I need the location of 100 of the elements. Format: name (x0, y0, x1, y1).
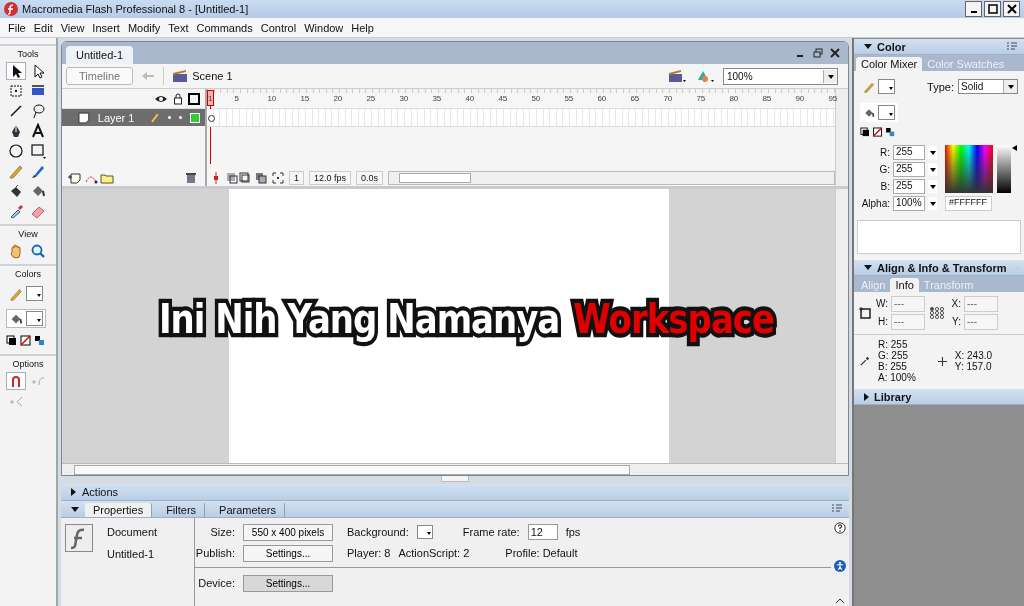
horizontal-scrollbar[interactable] (62, 463, 848, 475)
registration-grid-icon[interactable] (929, 306, 945, 320)
scene-label[interactable]: Scene 1 (192, 70, 233, 82)
brightness-slider[interactable] (997, 145, 1017, 193)
horizontal-scrollbar[interactable] (388, 170, 835, 185)
maximize-button[interactable] (984, 1, 1001, 17)
center-frame-icon[interactable] (211, 171, 221, 184)
menu-item[interactable]: Insert (88, 21, 124, 34)
channel-dropdown[interactable] (928, 163, 937, 176)
expand-arrow-icon[interactable] (71, 488, 76, 496)
outline-icon[interactable] (188, 92, 200, 105)
edit-multiple-frames-icon[interactable] (255, 171, 267, 184)
help-icon[interactable] (834, 522, 846, 534)
lock-icon[interactable] (173, 92, 183, 105)
menu-item[interactable]: Modify (123, 21, 165, 34)
menu-item[interactable]: Help (347, 21, 378, 34)
panel-tab[interactable]: Info (890, 278, 919, 292)
channel-field[interactable]: 255 (893, 162, 925, 177)
minimize-button[interactable] (965, 1, 982, 17)
info-panel-header[interactable]: Align & Info & Transform (854, 260, 1024, 276)
slider-thumb[interactable] (1012, 145, 1017, 151)
oval-tool-icon[interactable] (6, 142, 26, 160)
menu-item[interactable]: Control (256, 21, 301, 34)
size-button[interactable]: 550 x 400 pixels (243, 523, 333, 541)
panel-tab[interactable]: Parameters (211, 503, 285, 517)
expand-arrow-icon[interactable] (71, 506, 79, 512)
collapse-handle[interactable] (441, 476, 469, 482)
color-readout: G: 255 (878, 350, 910, 361)
background-color-swatch[interactable] (416, 525, 433, 539)
position-field[interactable]: --- (964, 296, 998, 312)
onion-skin-icon[interactable] (226, 171, 250, 184)
position-field[interactable]: --- (964, 314, 998, 330)
channel-field[interactable]: 255 (893, 179, 925, 194)
menu-item[interactable]: View (56, 21, 89, 34)
frame-track[interactable] (207, 109, 835, 127)
expand-arrow-icon[interactable] (864, 265, 872, 270)
dimension-field[interactable]: --- (891, 314, 925, 330)
player-version: Player: 8 (347, 547, 391, 559)
frame-number: 45 (497, 94, 508, 103)
document-tab[interactable]: Untitled-1 (66, 46, 134, 64)
keyframe-icon[interactable] (208, 115, 215, 122)
frame-ruler[interactable]: 1 5 10 15 20 25 30 35 40 45 50 55 60 65 70 75 80 85 90 95 (207, 89, 835, 109)
bounding-box-icon (858, 306, 872, 320)
menu-item[interactable]: Commands (192, 21, 257, 34)
frame-rate-field[interactable]: 12 (527, 524, 558, 540)
hex-field[interactable]: #FFFFFF (945, 196, 992, 211)
library-panel-header[interactable]: Library (854, 389, 1024, 405)
channel-label: R: (879, 147, 890, 158)
timeline-button[interactable]: Timeline (66, 67, 134, 85)
menu-item[interactable]: Window (300, 21, 348, 34)
close-icon[interactable] (830, 48, 840, 58)
accessibility-icon[interactable] (834, 560, 846, 572)
frame-number: 55 (563, 94, 574, 103)
channel-field[interactable]: 255 (893, 145, 925, 160)
color-swap-icons[interactable] (860, 127, 896, 138)
position-label: Y: (951, 315, 961, 329)
channel-label: Alpha: (860, 198, 890, 209)
insert-layer-icon[interactable] (68, 171, 82, 184)
channel-label: G: (878, 164, 890, 175)
color-readout: A: 100% (878, 372, 916, 383)
layer-row[interactable]: Layer 1 (62, 109, 205, 126)
expand-arrow-icon[interactable] (864, 392, 869, 401)
visibility-dot[interactable] (168, 116, 172, 119)
menu-item[interactable]: Text (164, 21, 193, 34)
fill-color-control[interactable] (6, 309, 46, 328)
lock-dot[interactable] (179, 116, 183, 119)
channel-field[interactable]: 100% (893, 196, 925, 211)
zoom-dropdown[interactable]: 100% (723, 67, 838, 85)
panel-tab[interactable]: Color Mixer (856, 57, 923, 71)
channel-dropdown[interactable] (928, 146, 937, 159)
document-name: Untitled-1 (107, 548, 156, 560)
color-panel-header[interactable]: Color (854, 39, 1024, 55)
restore-icon[interactable] (813, 48, 823, 58)
channel-dropdown[interactable] (928, 180, 937, 193)
folder-icon[interactable] (100, 171, 114, 184)
trash-icon[interactable] (185, 171, 197, 184)
layer-color-square[interactable] (190, 112, 200, 123)
fill-color-control[interactable] (860, 103, 898, 122)
magnet-tool-icon[interactable] (6, 372, 26, 390)
onion-markers-icon[interactable] (272, 171, 284, 184)
rect-tool-icon[interactable] (28, 142, 48, 160)
menu-item[interactable]: Edit (29, 21, 57, 34)
close-button[interactable] (1003, 1, 1020, 17)
panel-tab[interactable]: Filters (158, 503, 206, 517)
panel-tab[interactable]: Properties (85, 503, 153, 517)
color-swap-icons[interactable] (6, 335, 46, 347)
arrow-tool-icon[interactable] (6, 62, 26, 80)
dimension-field[interactable]: --- (891, 296, 925, 312)
edit-scene-icon[interactable] (667, 68, 687, 84)
expand-arrow-icon[interactable] (864, 44, 872, 49)
type-dropdown[interactable]: Solid (958, 79, 1018, 94)
vertical-scrollbar[interactable] (835, 189, 848, 463)
eye-icon[interactable] (154, 93, 168, 104)
menu-item[interactable]: File (4, 21, 30, 34)
channel-dropdown[interactable] (928, 197, 937, 210)
actions-panel-header[interactable]: Actions (61, 484, 849, 501)
publish-settings-button[interactable]: Settings... (243, 544, 333, 562)
color-spectrum[interactable] (945, 145, 993, 193)
device-settings-button[interactable]: Settings... (243, 574, 333, 592)
vertical-scrollbar[interactable] (835, 89, 848, 186)
